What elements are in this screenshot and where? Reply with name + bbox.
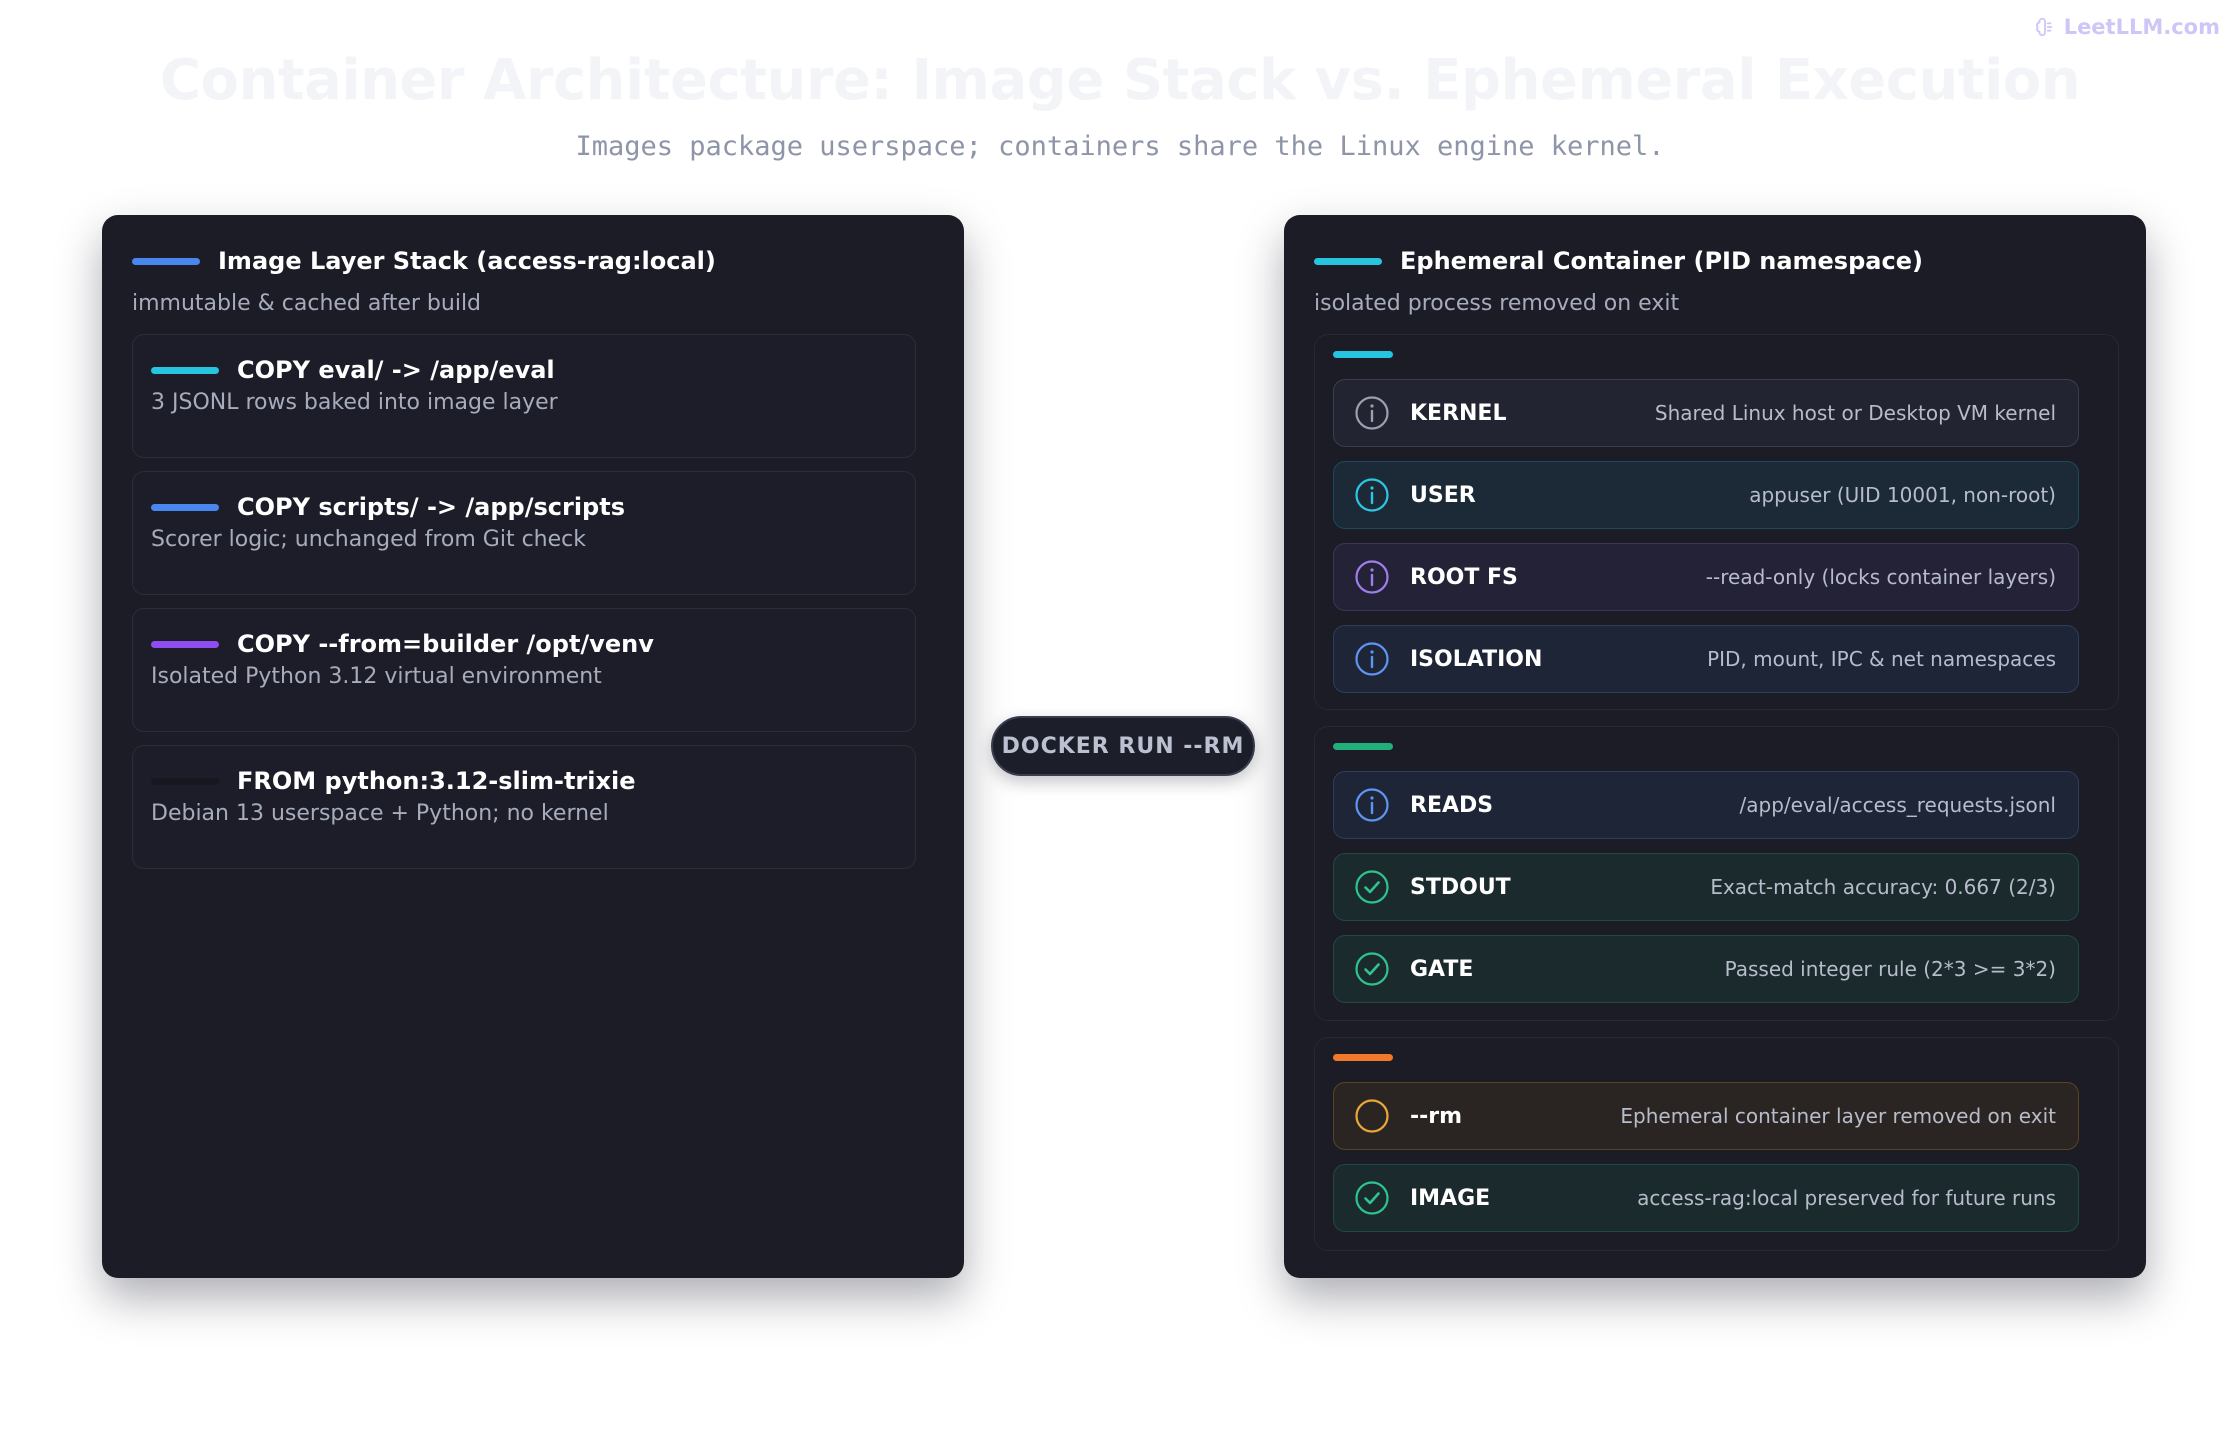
row-value: /app/eval/access_requests.jsonl	[1739, 793, 2056, 817]
brand[interactable]: LeetLLM.com	[2034, 15, 2220, 39]
layer-title: COPY --from=builder /opt/venv	[237, 630, 654, 658]
row-label: KERNEL	[1410, 400, 1507, 426]
row-value: --read-only (locks container layers)	[1705, 565, 2056, 589]
cleanup-group: --rm Ephemeral container layer removed o…	[1314, 1037, 2119, 1251]
panel-title: Ephemeral Container (PID namespace)	[1400, 247, 1923, 275]
check-circle-icon	[1355, 952, 1389, 986]
row-value: PID, mount, IPC & net namespaces	[1707, 647, 2056, 671]
info-icon	[1355, 478, 1389, 512]
panel-header: Ephemeral Container (PID namespace) isol…	[1314, 247, 2116, 316]
row-user: USER appuser (UID 10001, non-root)	[1333, 461, 2079, 529]
brand-name: LeetLLM.com	[2063, 15, 2220, 39]
layer-accent-bar	[151, 777, 219, 785]
row-isolation: ISOLATION PID, mount, IPC & net namespac…	[1333, 625, 2079, 693]
image-layer: COPY eval/ -> /app/eval 3 JSONL rows bak…	[132, 334, 916, 458]
panel-subtitle: isolated process removed on exit	[1314, 291, 1680, 316]
image-layer-stack-panel: Image Layer Stack (access-rag:local) imm…	[102, 215, 964, 1278]
layer-description: Debian 13 userspace + Python; no kernel	[151, 801, 609, 826]
row-label: GATE	[1410, 956, 1474, 982]
group-accent-bar	[1333, 351, 1393, 358]
ephemeral-container-panel: Ephemeral Container (PID namespace) isol…	[1284, 215, 2146, 1278]
check-circle-icon	[1355, 1181, 1389, 1215]
row-label: STDOUT	[1410, 874, 1511, 900]
runtime-config-group: KERNEL Shared Linux host or Desktop VM k…	[1314, 334, 2119, 710]
panel-subtitle: immutable & cached after build	[132, 291, 482, 316]
panel-accent-bar	[1314, 257, 1382, 265]
layer-accent-bar	[151, 503, 219, 511]
check-circle-icon	[1355, 870, 1389, 904]
group-accent-bar	[1333, 743, 1393, 750]
row-label: --rm	[1410, 1103, 1463, 1129]
panel-title: Image Layer Stack (access-rag:local)	[218, 247, 716, 275]
row-value: access-rag:local preserved for future ru…	[1637, 1186, 2056, 1210]
row-value: Exact-match accuracy: 0.667 (2/3)	[1710, 875, 2056, 899]
info-icon	[1355, 788, 1389, 822]
layer-description: Isolated Python 3.12 virtual environment	[151, 664, 602, 689]
row-reads: READS /app/eval/access_requests.jsonl	[1333, 771, 2079, 839]
page-subtitle: Images package userspace; containers sha…	[575, 131, 1665, 162]
row-label: ISOLATION	[1410, 646, 1543, 672]
execution-output-group: READS /app/eval/access_requests.jsonl ST…	[1314, 726, 2119, 1021]
row-gate: GATE Passed integer rule (2*3 >= 3*2)	[1333, 935, 2079, 1003]
row-label: READS	[1410, 792, 1494, 818]
layer-title: COPY eval/ -> /app/eval	[237, 356, 555, 384]
row-label: IMAGE	[1410, 1185, 1491, 1211]
info-icon	[1355, 396, 1389, 430]
row-root-fs: ROOT FS --read-only (locks container lay…	[1333, 543, 2079, 611]
layer-description: Scorer logic; unchanged from Git check	[151, 527, 586, 552]
row-value: Shared Linux host or Desktop VM kernel	[1654, 401, 2056, 425]
layer-accent-bar	[151, 366, 219, 374]
brain-icon	[2035, 17, 2053, 37]
row-value: Ephemeral container layer removed on exi…	[1620, 1104, 2056, 1128]
info-icon	[1355, 560, 1389, 594]
image-layer: COPY --from=builder /opt/venv Isolated P…	[132, 608, 916, 732]
row-label: ROOT FS	[1410, 564, 1518, 590]
row-value: appuser (UID 10001, non-root)	[1749, 483, 2056, 507]
row-kernel: KERNEL Shared Linux host or Desktop VM k…	[1333, 379, 2079, 447]
info-icon	[1355, 642, 1389, 676]
row-value: Passed integer rule (2*3 >= 3*2)	[1724, 957, 2056, 981]
circle-icon	[1355, 1099, 1389, 1133]
row-rm: --rm Ephemeral container layer removed o…	[1333, 1082, 2079, 1150]
layer-title: COPY scripts/ -> /app/scripts	[237, 493, 625, 521]
image-layer: FROM python:3.12-slim-trixie Debian 13 u…	[132, 745, 916, 869]
docker-run-connector: DOCKER RUN --RM	[991, 716, 1255, 776]
layer-accent-bar	[151, 640, 219, 648]
page-title: Container Architecture: Image Stack vs. …	[159, 48, 2081, 113]
panel-accent-bar	[132, 257, 200, 265]
group-accent-bar	[1333, 1054, 1393, 1061]
row-label: USER	[1410, 482, 1476, 508]
layer-title: FROM python:3.12-slim-trixie	[237, 767, 636, 795]
image-layer: COPY scripts/ -> /app/scripts Scorer log…	[132, 471, 916, 595]
row-stdout: STDOUT Exact-match accuracy: 0.667 (2/3)	[1333, 853, 2079, 921]
layer-description: 3 JSONL rows baked into image layer	[151, 390, 558, 415]
panel-header: Image Layer Stack (access-rag:local) imm…	[132, 247, 934, 316]
row-image: IMAGE access-rag:local preserved for fut…	[1333, 1164, 2079, 1232]
